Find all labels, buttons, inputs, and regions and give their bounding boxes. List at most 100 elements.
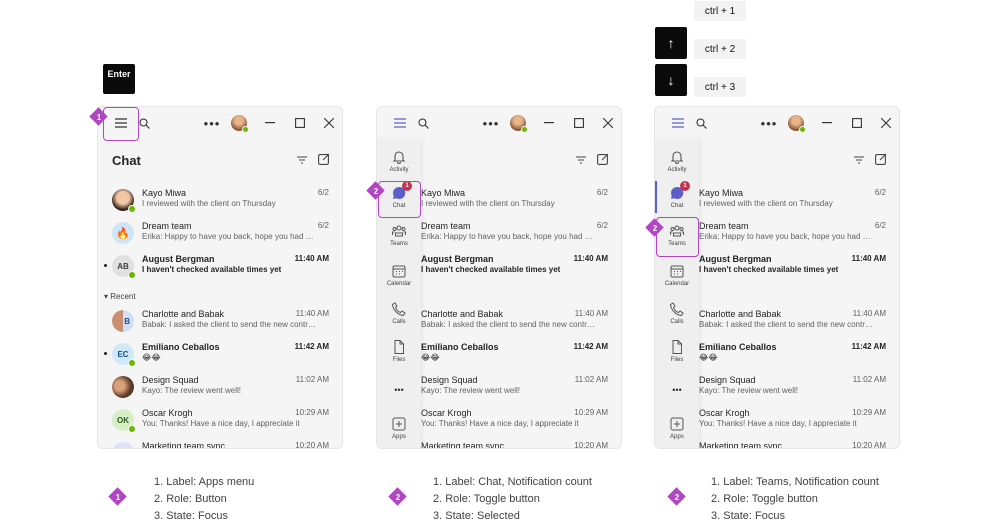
- chat-time: 11:40 AM: [294, 254, 329, 263]
- filter-icon[interactable]: [296, 154, 308, 166]
- legend-marker-3: 2: [667, 487, 686, 506]
- chat-time: 11:02 AM: [852, 375, 886, 384]
- app-teams[interactable]: Teams: [377, 223, 421, 247]
- compose-icon[interactable]: [318, 153, 330, 165]
- chat-name: Charlotte and Babak: [421, 309, 504, 319]
- hamburger-menu-icon[interactable]: [392, 115, 408, 131]
- compose-icon[interactable]: [875, 153, 887, 165]
- chat-list-item[interactable]: 🔥 Dream team Erika: Happy to have you ba…: [98, 220, 342, 250]
- chat-time: 11:42 AM: [573, 342, 608, 351]
- search-icon[interactable]: [416, 115, 430, 131]
- chat-preview: I haven't checked available times yet: [699, 265, 839, 274]
- chat-preview: Babak: I asked the client to send the ne…: [142, 320, 318, 329]
- section-header-recent[interactable]: ▾ Recent: [104, 292, 136, 301]
- app-files[interactable]: Files: [377, 339, 421, 363]
- calendar-icon: [670, 265, 684, 278]
- chat-preview: You: Thanks! Have a nice day, I apprecia…: [142, 419, 300, 428]
- chat-preview: Kayo: The review went well!: [699, 386, 799, 395]
- title-bar: •••: [655, 107, 899, 139]
- app-activity[interactable]: Activity: [377, 149, 421, 173]
- chat-name: Dream team: [142, 221, 192, 231]
- hamburger-menu-icon[interactable]: [670, 115, 686, 131]
- more-options-icon[interactable]: •••: [204, 115, 220, 131]
- chat-time: 10:29 AM: [574, 408, 608, 417]
- close-icon[interactable]: [601, 115, 615, 131]
- teams-window-2: ••• Kayo Miwa I reviewed with the client…: [376, 106, 622, 449]
- more-options-icon[interactable]: •••: [483, 115, 499, 131]
- user-avatar[interactable]: [231, 115, 249, 133]
- chat-name: Design Squad: [699, 375, 756, 385]
- chat-name: Marketing team sync: [699, 441, 783, 449]
- app-activity[interactable]: Activity: [655, 149, 699, 173]
- app-chat[interactable]: 1 Chat: [655, 181, 699, 209]
- search-icon[interactable]: [694, 115, 708, 131]
- search-icon[interactable]: [137, 115, 151, 131]
- shortcut-ctrl-1: ctrl + 1: [694, 1, 746, 21]
- teams-window-3: ••• Kayo Miwa I reviewed with the client…: [654, 106, 900, 449]
- maximize-icon[interactable]: [573, 115, 585, 131]
- app-apps[interactable]: Apps: [655, 416, 699, 440]
- minimize-icon[interactable]: [543, 115, 555, 131]
- close-icon[interactable]: [879, 115, 893, 131]
- chat-name: Oscar Krogh: [699, 408, 750, 418]
- app-calls[interactable]: Calls: [655, 301, 699, 325]
- chat-list-item[interactable]: Kayo Miwa I reviewed with the client on …: [98, 187, 342, 217]
- add-apps-icon: [392, 417, 406, 431]
- filter-icon[interactable]: [853, 154, 865, 166]
- avatar: 🔥: [112, 222, 134, 244]
- legend-2: 1. Label: Chat, Notification count 2. Ro…: [433, 476, 592, 522]
- chat-time: 6/2: [874, 221, 886, 230]
- avatar: B: [112, 310, 134, 332]
- chat-list-item[interactable]: OK Oscar Krogh You: Thanks! Have a nice …: [98, 407, 342, 437]
- chat-time: 10:20 AM: [574, 441, 608, 449]
- arrow-down-key: ↓: [655, 64, 687, 96]
- phone-icon: [391, 302, 406, 317]
- chat-name: Emiliano Ceballos: [699, 342, 777, 352]
- chat-time: 11:02 AM: [295, 375, 329, 384]
- shortcut-ctrl-3: ctrl + 3: [694, 77, 746, 97]
- chat-time: 11:40 AM: [573, 254, 608, 263]
- chat-preview: Erika: Happy to have you back, hope you …: [142, 232, 318, 241]
- chat-name: Oscar Krogh: [142, 408, 193, 418]
- bell-icon: [392, 151, 406, 164]
- more-icon: •••: [672, 385, 682, 395]
- chat-time: 11:42 AM: [294, 342, 329, 351]
- more-options-icon[interactable]: •••: [761, 115, 777, 131]
- chat-name: Dream team: [699, 221, 749, 231]
- chat-name: August Bergman: [699, 254, 772, 264]
- chat-preview: 😂😂: [699, 353, 718, 362]
- app-more[interactable]: •••: [377, 383, 421, 395]
- chat-name: Marketing team sync: [142, 441, 226, 449]
- chat-time: 10:20 AM: [295, 441, 329, 449]
- app-calendar[interactable]: Calendar: [377, 263, 421, 287]
- chat-time: 6/2: [874, 188, 886, 197]
- filter-icon[interactable]: [575, 154, 587, 166]
- compose-icon[interactable]: [597, 153, 609, 165]
- avatar: [112, 189, 136, 213]
- calendar-icon: [392, 265, 406, 278]
- chat-name: Design Squad: [421, 375, 478, 385]
- avatar: EC: [112, 343, 136, 367]
- notification-badge: 1: [680, 181, 690, 191]
- chat-time: 6/2: [317, 221, 329, 230]
- chat-list-item[interactable]: B Charlotte and Babak Babak: I asked the…: [98, 308, 342, 338]
- chat-list-item[interactable]: Design Squad Kayo: The review went well!…: [98, 374, 342, 404]
- chat-name: Kayo Miwa: [699, 188, 744, 198]
- chat-name: Kayo Miwa: [142, 188, 187, 198]
- user-avatar[interactable]: [510, 115, 528, 133]
- close-icon[interactable]: [322, 115, 336, 131]
- app-apps[interactable]: Apps: [377, 416, 421, 440]
- chat-list-item[interactable]: AB August Bergman I haven't checked avai…: [98, 253, 342, 283]
- app-calendar[interactable]: Calendar: [655, 263, 699, 287]
- minimize-icon[interactable]: [821, 115, 833, 131]
- app-calls[interactable]: Calls: [377, 301, 421, 325]
- chat-preview: I reviewed with the client on Thursday: [421, 199, 555, 208]
- minimize-icon[interactable]: [264, 115, 276, 131]
- maximize-icon[interactable]: [294, 115, 306, 131]
- chat-list-item[interactable]: EC Emiliano Ceballos 😂😂 11:42 AM: [98, 341, 342, 371]
- user-avatar[interactable]: [788, 115, 806, 133]
- app-more[interactable]: •••: [655, 383, 699, 395]
- chat-list-item[interactable]: ▤ Marketing team sync 10:20 AM: [98, 440, 342, 449]
- maximize-icon[interactable]: [851, 115, 863, 131]
- app-files[interactable]: Files: [655, 339, 699, 363]
